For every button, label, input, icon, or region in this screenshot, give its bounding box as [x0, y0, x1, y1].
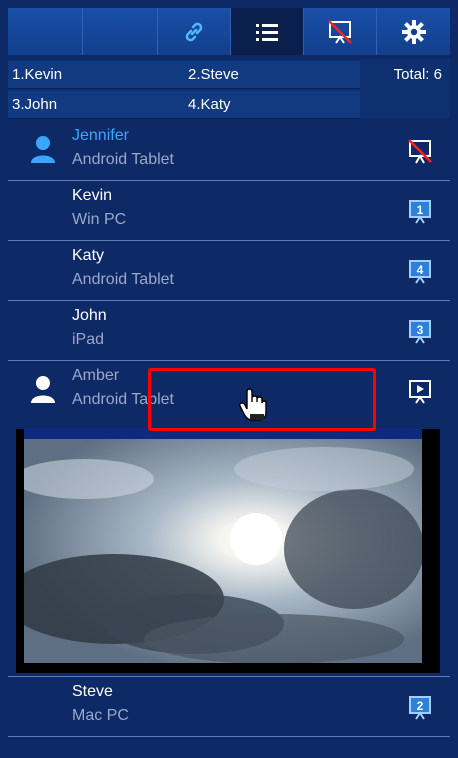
screen-slot-icon[interactable]: 2 — [406, 693, 434, 721]
list-item[interactable]: Steve Mac PC 2 — [8, 677, 450, 737]
list-item[interactable]: John iPad 3 — [8, 301, 450, 361]
user-name: John — [72, 307, 107, 324]
user-name: Steve — [72, 683, 113, 700]
slot-number: 3 — [417, 323, 424, 337]
presenter-queue: 1.Kevin 2.Steve 3.John 4.Katy Total: 6 — [8, 59, 450, 119]
display-off-button[interactable] — [304, 8, 377, 55]
no-display-icon — [328, 19, 352, 44]
queue-item[interactable]: 4.Katy — [184, 91, 360, 119]
screen-preview[interactable] — [8, 421, 450, 677]
user-name: Kevin — [72, 187, 113, 204]
list-item[interactable]: Jennifer Android Tablet — [8, 121, 450, 181]
preview-image — [24, 439, 422, 663]
screen-slot-icon[interactable]: 4 — [406, 257, 434, 285]
user-device: iPad — [72, 331, 105, 348]
queue-item[interactable]: 2.Steve — [184, 61, 360, 89]
queue-item[interactable]: 1.Kevin — [8, 61, 184, 89]
user-name: Katy — [72, 247, 105, 264]
queue-total: Total: 6 — [393, 66, 442, 83]
screen-slot-icon[interactable]: 3 — [406, 317, 434, 345]
list-button[interactable] — [231, 8, 304, 55]
user-icon — [31, 376, 55, 403]
gear-icon — [401, 19, 426, 44]
hand-cursor-icon — [239, 388, 267, 421]
user-device: Mac PC — [72, 707, 129, 724]
user-device: Win PC — [72, 211, 127, 228]
slot-number: 2 — [417, 699, 424, 713]
top-toolbar — [8, 8, 450, 55]
settings-button[interactable] — [377, 8, 450, 55]
user-icon — [31, 136, 55, 163]
screen-slot-icon[interactable]: 1 — [406, 197, 434, 225]
queue-item[interactable]: 3.John — [8, 91, 184, 119]
list-icon — [256, 23, 278, 41]
app-window: 1.Kevin 2.Steve 3.John 4.Katy Total: 6 J… — [0, 0, 458, 758]
list-item[interactable]: Katy Android Tablet 4 — [8, 241, 450, 301]
slot-number: 4 — [417, 263, 424, 277]
toolbar-spacer — [8, 8, 83, 55]
user-name: Jennifer — [72, 127, 129, 144]
user-device: Android Tablet — [72, 271, 174, 288]
user-name: Amber — [72, 367, 120, 384]
list-item[interactable]: Kevin Win PC 1 — [8, 181, 450, 241]
toolbar-spacer — [83, 8, 158, 55]
play-icon[interactable] — [406, 377, 434, 405]
user-device: Android Tablet — [72, 151, 174, 168]
sky-image — [24, 439, 422, 663]
no-display-icon[interactable] — [406, 137, 434, 165]
link-icon — [185, 22, 203, 41]
slot-number: 1 — [417, 203, 424, 217]
link-button[interactable] — [158, 8, 231, 55]
